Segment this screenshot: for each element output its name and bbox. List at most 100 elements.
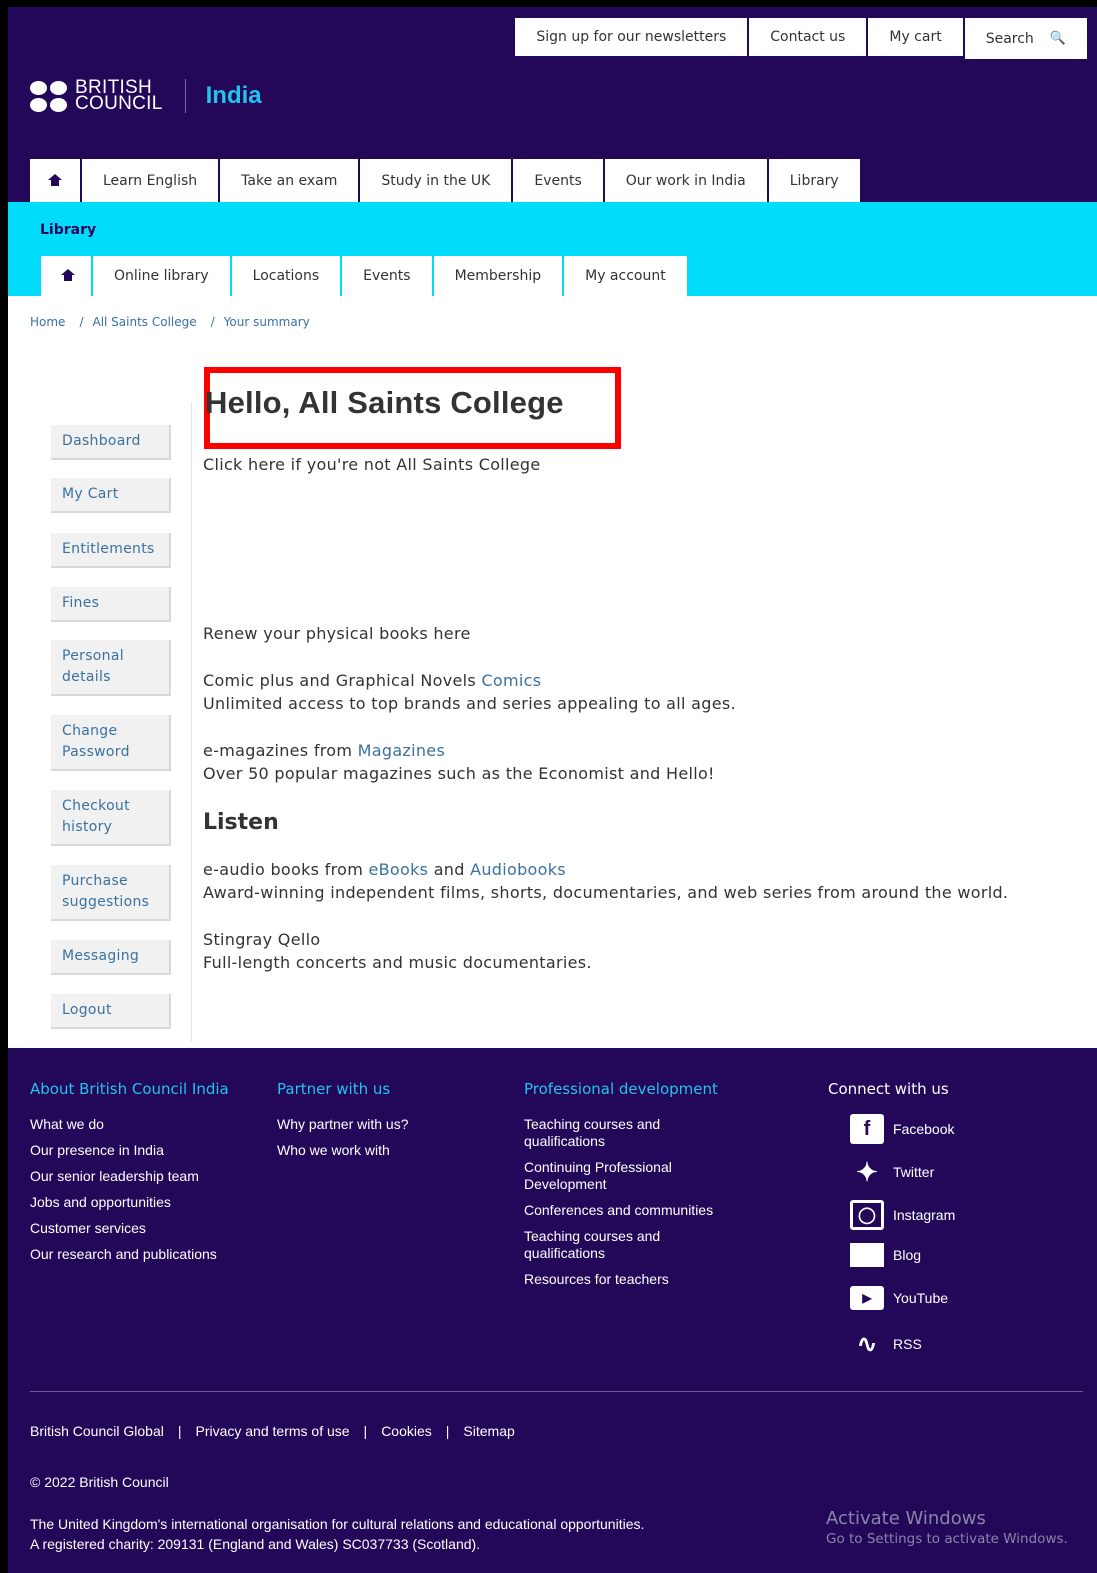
sidebar-item-change-password[interactable]: Change Password: [51, 715, 171, 771]
footer-link[interactable]: Resources for teachers: [524, 1271, 724, 1297]
sidebar-item-fines[interactable]: Fines: [51, 587, 171, 622]
youtube-icon: ▶: [850, 1286, 884, 1310]
subnav-online-library[interactable]: Online library: [93, 256, 230, 296]
legal-links: British Council Global | Privacy and term…: [30, 1423, 515, 1439]
footer-about-heading[interactable]: About British Council India: [30, 1080, 229, 1098]
social-youtube[interactable]: ▶ YouTube: [850, 1286, 948, 1310]
listen-heading: Listen: [203, 810, 279, 835]
main-nav-our-work[interactable]: Our work in India: [604, 159, 767, 202]
sidebar-item-purchase-suggestions[interactable]: Purchase suggestions: [51, 865, 171, 921]
footer-link[interactable]: Who we work with: [277, 1142, 409, 1168]
sidebar-item-messaging[interactable]: Messaging: [51, 940, 171, 975]
sidebar-item-entitlements[interactable]: Entitlements: [51, 533, 171, 568]
facebook-icon: f: [850, 1114, 884, 1144]
page-title: Hello, All Saints College: [205, 385, 564, 420]
main-nav-take-exam[interactable]: Take an exam: [220, 159, 359, 202]
footer-prodev: Professional development Teaching course…: [524, 1080, 724, 1297]
breadcrumb-college[interactable]: All Saints College: [92, 315, 196, 329]
search-button[interactable]: Search 🔍: [962, 18, 1087, 59]
footer-link[interactable]: Why partner with us?: [277, 1116, 409, 1142]
footer-partner: Partner with us Why partner with us? Who…: [277, 1080, 409, 1168]
footer-link[interactable]: Conferences and communities: [524, 1202, 724, 1228]
footer-link[interactable]: Teaching courses and qualifications: [524, 1116, 724, 1159]
comics-link[interactable]: Comics: [481, 671, 541, 690]
home-icon: [48, 173, 62, 187]
rss-icon: ∿: [856, 1330, 878, 1358]
contact-link[interactable]: Contact us: [747, 18, 867, 56]
footer-connect-heading: Connect with us: [828, 1080, 949, 1098]
legal-privacy-link[interactable]: Privacy and terms of use: [195, 1423, 349, 1439]
logo-wordmark: BRITISH COUNCIL: [75, 77, 163, 114]
newsletter-link[interactable]: Sign up for our newsletters: [513, 18, 748, 56]
activate-windows-watermark: Activate Windows Go to Settings to activ…: [826, 1508, 1068, 1547]
sidebar-item-dashboard[interactable]: Dashboard: [51, 425, 171, 460]
breadcrumb-summary[interactable]: Your summary: [224, 315, 310, 329]
ebooks-link[interactable]: eBooks: [369, 860, 429, 879]
main-nav-home[interactable]: [30, 159, 80, 202]
stingray-link[interactable]: Stingray Qello: [203, 930, 320, 949]
search-icon: 🔍: [1049, 31, 1066, 46]
audio-line: e-audio books from eBooks and Audiobooks: [203, 860, 566, 879]
social-twitter[interactable]: ✦ Twitter: [850, 1157, 934, 1187]
cart-link[interactable]: My cart: [866, 18, 963, 56]
social-rss[interactable]: ∿ RSS: [850, 1329, 922, 1359]
footer-link[interactable]: Our senior leadership team: [30, 1168, 229, 1194]
footer-link[interactable]: Teaching courses and qualifications: [524, 1228, 724, 1271]
search-label: Search: [985, 30, 1034, 47]
utility-bar: Sign up for our newsletters Contact us M…: [513, 18, 1087, 59]
not-you-link[interactable]: Click here if you're not All Saints Coll…: [203, 455, 541, 474]
sidebar-item-logout[interactable]: Logout: [51, 994, 171, 1029]
footer-link[interactable]: Customer services: [30, 1220, 229, 1246]
library-title: Library: [40, 222, 97, 238]
sidebar-divider: [191, 402, 192, 1042]
magazines-line: e-magazines from Magazines: [203, 741, 446, 760]
british-council-logo[interactable]: BRITISH COUNCIL India: [30, 77, 262, 114]
main-nav-library[interactable]: Library: [768, 159, 860, 202]
audiobooks-link[interactable]: Audiobooks: [470, 860, 566, 879]
subnav-membership[interactable]: Membership: [433, 256, 563, 296]
footer-link[interactable]: Our presence in India: [30, 1142, 229, 1168]
audio-description: Award-winning independent films, shorts,…: [203, 883, 1009, 902]
subnav-my-account[interactable]: My account: [564, 256, 687, 296]
library-subnav: Online library Locations Events Membersh…: [41, 256, 689, 296]
footer-link[interactable]: Our research and publications: [30, 1246, 229, 1272]
library-home[interactable]: [41, 256, 91, 296]
blog-icon: [850, 1243, 884, 1267]
subnav-events[interactable]: Events: [342, 256, 432, 296]
footer-partner-heading[interactable]: Partner with us: [277, 1080, 409, 1098]
main-nav-events[interactable]: Events: [513, 159, 603, 202]
social-instagram[interactable]: ◯ Instagram: [850, 1200, 955, 1230]
renew-books-link[interactable]: Renew your physical books here: [203, 624, 471, 643]
logo-divider: [184, 79, 186, 113]
legal-sitemap-link[interactable]: Sitemap: [463, 1423, 514, 1439]
footer-prodev-heading[interactable]: Professional development: [524, 1080, 724, 1098]
social-blog[interactable]: Blog: [850, 1243, 921, 1267]
country-name: India: [205, 82, 262, 109]
footer-about: About British Council India What we do O…: [30, 1080, 229, 1272]
site-footer: About British Council India What we do O…: [8, 1048, 1097, 1573]
magazines-link[interactable]: Magazines: [358, 741, 445, 760]
instagram-icon: ◯: [850, 1200, 884, 1230]
breadcrumb: Home / All Saints College / Your summary: [30, 315, 310, 329]
copyright: © 2022 British Council: [30, 1474, 169, 1490]
subnav-locations[interactable]: Locations: [231, 256, 341, 296]
footer-link[interactable]: Continuing Professional Development: [524, 1159, 724, 1202]
stingray-description: Full-length concerts and music documenta…: [203, 953, 592, 972]
main-nav-study-uk[interactable]: Study in the UK: [360, 159, 512, 202]
footer-link[interactable]: What we do: [30, 1116, 229, 1142]
sidebar-item-my-cart[interactable]: My Cart: [51, 478, 171, 513]
social-facebook[interactable]: f Facebook: [850, 1114, 954, 1144]
footer-divider: [30, 1391, 1083, 1392]
sidebar-item-personal-details[interactable]: Personal details: [51, 640, 171, 696]
charity-info: The United Kingdom's international organ…: [30, 1516, 645, 1552]
breadcrumb-home[interactable]: Home: [30, 315, 65, 329]
legal-cookies-link[interactable]: Cookies: [381, 1423, 432, 1439]
comics-line: Comic plus and Graphical Novels Comics: [203, 671, 542, 690]
footer-link[interactable]: Jobs and opportunities: [30, 1194, 229, 1220]
sidebar-item-checkout-history[interactable]: Checkout history: [51, 790, 171, 846]
legal-global-link[interactable]: British Council Global: [30, 1423, 164, 1439]
main-nav-learn-english[interactable]: Learn English: [82, 159, 219, 202]
main-nav: Learn English Take an exam Study in the …: [30, 159, 862, 202]
library-section-header: Library Online library Locations Events …: [8, 202, 1097, 296]
logo-dots-icon: [30, 80, 67, 112]
